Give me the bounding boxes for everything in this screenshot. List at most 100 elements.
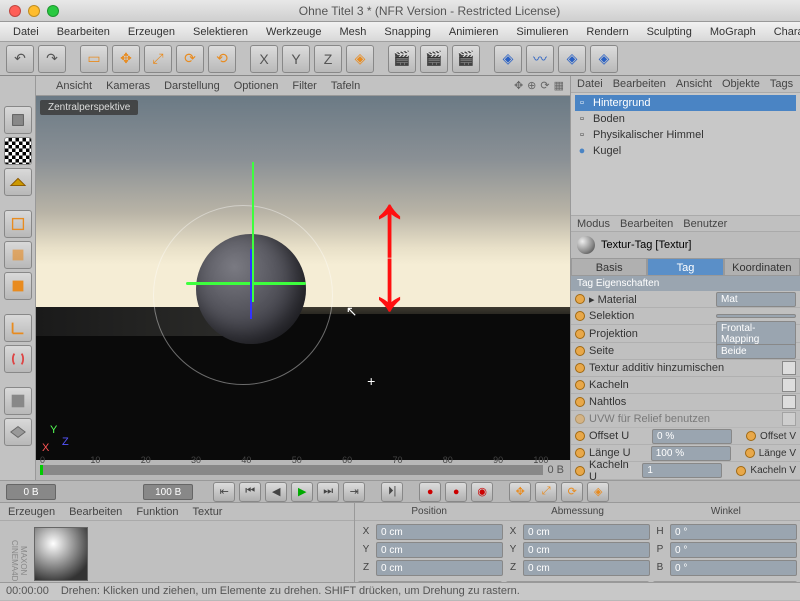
object-row-himmel[interactable]: ▫Physikalischer Himmel xyxy=(575,127,796,143)
deformer[interactable]: ◈ xyxy=(590,45,618,73)
pos-y-field[interactable]: 0 cm xyxy=(376,542,503,558)
y-axis-handle[interactable] xyxy=(252,162,254,302)
mat-erzeugen[interactable]: Erzeugen xyxy=(8,506,55,518)
tab-koordinaten[interactable]: Koordinaten xyxy=(724,258,800,276)
menu-animieren[interactable]: Animieren xyxy=(440,24,508,40)
minimize-icon[interactable] xyxy=(28,5,40,17)
start-frame-field[interactable]: 0 B xyxy=(6,484,56,500)
key-pos-button[interactable]: ✥ xyxy=(509,482,531,502)
object-row-kugel[interactable]: ●Kugel xyxy=(575,143,796,159)
tab-tag[interactable]: Tag xyxy=(647,258,723,276)
viewport-solo[interactable] xyxy=(4,387,32,415)
seite-field[interactable]: Beide xyxy=(716,344,796,359)
generator[interactable]: ◈ xyxy=(558,45,586,73)
size-x-field[interactable]: 0 cm xyxy=(523,524,650,540)
offset-u-field[interactable]: 0 % xyxy=(652,429,732,444)
undo-button[interactable]: ↶ xyxy=(6,45,34,73)
next-key-button[interactable]: ⏭ xyxy=(317,482,339,502)
play-back-button[interactable]: ◀ xyxy=(265,482,287,502)
workplane-mode[interactable] xyxy=(4,168,32,196)
menu-werkzeuge[interactable]: Werkzeuge xyxy=(257,24,330,40)
om-objekte[interactable]: Objekte xyxy=(722,78,760,90)
rot-b-field[interactable]: 0 ° xyxy=(670,560,797,576)
scale-tool[interactable]: ⤢ xyxy=(144,45,172,73)
view-tafeln[interactable]: Tafeln xyxy=(331,80,360,92)
point-mode[interactable] xyxy=(4,210,32,238)
prev-key-button[interactable]: ⏮ xyxy=(239,482,261,502)
key-scale-button[interactable]: ⤢ xyxy=(535,482,557,502)
play-button[interactable]: ▶ xyxy=(291,482,313,502)
view-filter[interactable]: Filter xyxy=(292,80,316,92)
render-settings[interactable]: 🎬 xyxy=(452,45,480,73)
object-row-hintergrund[interactable]: ▫Hintergrund xyxy=(575,95,796,111)
close-icon[interactable] xyxy=(9,5,21,17)
laenge-u-field[interactable]: 100 % xyxy=(651,446,731,461)
view-darstellung[interactable]: Darstellung xyxy=(164,80,220,92)
viewport-rotate-icon[interactable]: ⟳ xyxy=(540,79,549,92)
rotate-tool[interactable]: ⟳ xyxy=(176,45,204,73)
object-row-boden[interactable]: ▫Boden xyxy=(575,111,796,127)
locked-workplane[interactable] xyxy=(4,418,32,446)
am-modus[interactable]: Modus xyxy=(577,218,610,230)
om-ansicht[interactable]: Ansicht xyxy=(676,78,712,90)
kacheln-checkbox[interactable] xyxy=(782,378,796,392)
viewport[interactable]: Zentralperspektive ↑↓ ↖ + YXZ xyxy=(36,96,570,460)
menu-charakter[interactable]: Charakter xyxy=(765,24,800,40)
goto-end-button[interactable]: ⇥ xyxy=(343,482,365,502)
snap-toggle[interactable] xyxy=(4,345,32,373)
menu-rendern[interactable]: Rendern xyxy=(577,24,637,40)
selektion-field[interactable] xyxy=(716,314,796,318)
x-axis-toggle[interactable]: X xyxy=(250,45,278,73)
step-button[interactable]: ⏵| xyxy=(381,482,403,502)
view-kameras[interactable]: Kameras xyxy=(106,80,150,92)
object-list[interactable]: ▫Hintergrund ▫Boden ▫Physikalischer Himm… xyxy=(571,93,800,215)
material-field[interactable]: Mat xyxy=(716,292,796,307)
om-bearbeiten[interactable]: Bearbeiten xyxy=(613,78,666,90)
menu-sculpting[interactable]: Sculpting xyxy=(638,24,701,40)
record-button[interactable]: ● xyxy=(419,482,441,502)
menu-mesh[interactable]: Mesh xyxy=(330,24,375,40)
coord-system[interactable]: ◈ xyxy=(346,45,374,73)
key-rot-button[interactable]: ⟳ xyxy=(561,482,583,502)
am-benutzer[interactable]: Benutzer xyxy=(683,218,727,230)
render-region[interactable]: 🎬 xyxy=(420,45,448,73)
mat-funktion[interactable]: Funktion xyxy=(136,506,178,518)
texture-mode[interactable] xyxy=(4,137,32,165)
size-z-field[interactable]: 0 cm xyxy=(523,560,650,576)
mat-textur[interactable]: Textur xyxy=(193,506,223,518)
view-optionen[interactable]: Optionen xyxy=(234,80,279,92)
rot-p-field[interactable]: 0 ° xyxy=(670,542,797,558)
om-tags[interactable]: Tags xyxy=(770,78,793,90)
key-pla-button[interactable]: ◈ xyxy=(587,482,609,502)
menu-erzeugen[interactable]: Erzeugen xyxy=(119,24,184,40)
spline-primitive[interactable]: 〰 xyxy=(526,45,554,73)
viewport-zoom-icon[interactable]: ⊕ xyxy=(527,79,536,92)
menu-bearbeiten[interactable]: Bearbeiten xyxy=(48,24,119,40)
size-y-field[interactable]: 0 cm xyxy=(523,542,650,558)
pos-x-field[interactable]: 0 cm xyxy=(376,524,503,540)
goto-start-button[interactable]: ⇤ xyxy=(213,482,235,502)
last-tool[interactable]: ⟲ xyxy=(208,45,236,73)
cube-primitive[interactable]: ◈ xyxy=(494,45,522,73)
menu-snapping[interactable]: Snapping xyxy=(375,24,440,40)
mat-bearbeiten[interactable]: Bearbeiten xyxy=(69,506,122,518)
autokey-button[interactable]: ● xyxy=(445,482,467,502)
menu-selektieren[interactable]: Selektieren xyxy=(184,24,257,40)
z-axis-toggle[interactable]: Z xyxy=(314,45,342,73)
additiv-checkbox[interactable] xyxy=(782,361,796,375)
menu-datei[interactable]: Datei xyxy=(4,24,48,40)
view-ansicht[interactable]: Ansicht xyxy=(56,80,92,92)
render-view[interactable]: 🎬 xyxy=(388,45,416,73)
keyframe-button[interactable]: ◉ xyxy=(471,482,493,502)
pos-z-field[interactable]: 0 cm xyxy=(376,560,503,576)
redo-button[interactable]: ↷ xyxy=(38,45,66,73)
kacheln-u-field[interactable]: 1 xyxy=(642,463,722,478)
om-datei[interactable]: Datei xyxy=(577,78,603,90)
zoom-icon[interactable] xyxy=(47,5,59,17)
z-axis-handle[interactable] xyxy=(250,249,252,319)
viewport-layout-icon[interactable]: ▦ xyxy=(554,79,564,92)
menu-mograph[interactable]: MoGraph xyxy=(701,24,765,40)
model-mode[interactable] xyxy=(4,106,32,134)
menu-simulieren[interactable]: Simulieren xyxy=(507,24,577,40)
am-bearbeiten[interactable]: Bearbeiten xyxy=(620,218,673,230)
